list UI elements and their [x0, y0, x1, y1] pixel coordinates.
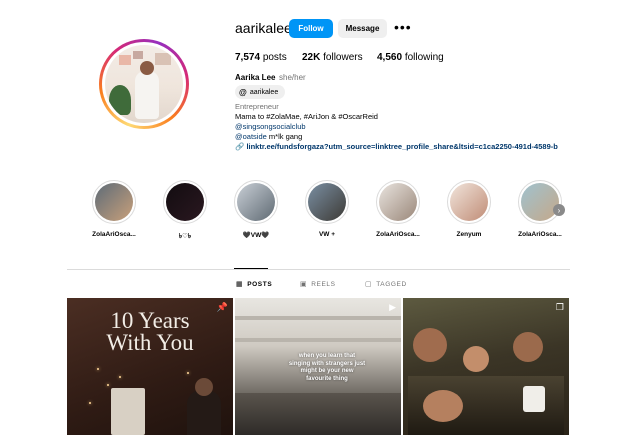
highlight-item[interactable]: VW + [297, 180, 357, 238]
link-icon: 🔗 [235, 142, 245, 151]
highlight-label: 🖤VW🖤 [242, 232, 270, 239]
highlights-next-icon[interactable]: › [553, 204, 565, 216]
avatar-photo [105, 45, 183, 123]
highlight-cover [308, 183, 346, 221]
post-tile[interactable]: 10 Years With You 📌 [67, 298, 233, 435]
post-photo-crowd [235, 393, 401, 435]
highlight-cover [379, 183, 417, 221]
pinned-icon: 📌 [216, 302, 228, 312]
post-photo-person [187, 390, 221, 435]
profile-category: Entrepreneur [235, 102, 279, 111]
grid-icon: ▦ [236, 281, 244, 288]
tagged-icon: ▢ [365, 281, 373, 288]
post-photo-face [413, 328, 447, 362]
active-tab-indicator [234, 268, 268, 269]
tab-reels[interactable]: ▣ REELS [300, 280, 336, 289]
threads-icon: @ [239, 87, 247, 97]
bio-mention-link[interactable]: @oatside [235, 132, 267, 141]
highlight-label: VW + [318, 231, 336, 238]
highlight-cover [521, 183, 559, 221]
post-title-overlay: 10 Years With You [106, 308, 194, 355]
more-options-icon[interactable]: ••• [394, 20, 412, 34]
carousel-icon: ❐ [555, 302, 564, 312]
highlight-label: ZolaAriOsca... [518, 231, 562, 238]
post-photo-frame [111, 388, 145, 435]
highlight-item[interactable]: ৳♡৳ [155, 180, 215, 242]
profile-avatar[interactable] [99, 39, 189, 129]
highlight-cover [166, 183, 204, 221]
profile-username: aarikalee [235, 20, 292, 36]
message-button[interactable]: Message [338, 19, 387, 38]
tabs-divider [67, 269, 570, 270]
highlight-item[interactable]: 🖤VW🖤 [226, 180, 286, 239]
post-tile[interactable]: when you learn that singing with strange… [235, 298, 401, 435]
profile-full-name: Aarika Lee [235, 73, 276, 82]
highlight-cover [450, 183, 488, 221]
posts-count: 7,574 posts [235, 52, 287, 63]
reel-icon: ▶ [389, 302, 396, 312]
external-link[interactable]: 🔗 linktr.ee/fundsforgaza?utm_source=link… [235, 142, 558, 152]
threads-badge[interactable]: @ aarikalee [235, 85, 286, 99]
bio-link-singsong[interactable]: @singsongsocialclub [235, 122, 306, 132]
post-caption-overlay: when you learn that singing with strange… [288, 353, 366, 382]
highlight-label: Zenyum [456, 231, 482, 238]
profile-bio: Mama to #ZolaMae, #AriJon & #OscarReid [235, 112, 378, 121]
highlight-item[interactable]: Zenyum [439, 180, 499, 238]
follow-button[interactable]: Follow [289, 19, 333, 38]
tab-posts[interactable]: ▦ POSTS [236, 280, 272, 289]
bio-mention: @oatside m*lk gang [235, 132, 303, 141]
followers-count[interactable]: 22K followers [302, 52, 363, 63]
highlight-cover [237, 183, 275, 221]
highlight-item[interactable]: ZolaAriOsca... [84, 180, 144, 238]
post-tile[interactable]: ❐ [403, 298, 569, 435]
highlight-label: ZolaAriOsca... [92, 231, 136, 238]
highlight-label: ZolaAriOsca... [376, 231, 420, 238]
highlight-label: ৳♡৳ [178, 233, 192, 240]
reels-icon: ▣ [300, 281, 308, 288]
highlight-cover [95, 183, 133, 221]
profile-pronouns: she/her [279, 73, 306, 82]
following-count[interactable]: 4,560 following [377, 52, 444, 63]
highlight-item[interactable]: ZolaAriOsca... [368, 180, 428, 238]
threads-handle: aarikalee [249, 88, 279, 96]
tab-tagged[interactable]: ▢ TAGGED [365, 280, 407, 289]
